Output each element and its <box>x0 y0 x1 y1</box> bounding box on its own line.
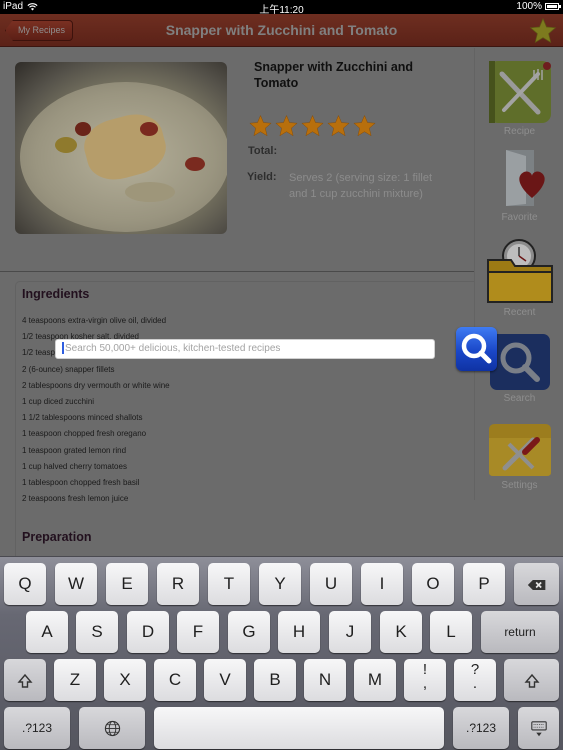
shift-icon <box>17 673 33 688</box>
sidebar-item-favorite[interactable]: Favorite <box>475 146 563 223</box>
nav-title: Snapper with Zucchini and Tomato <box>165 22 398 38</box>
key-bottom-char: , <box>422 675 428 692</box>
sidebar-label-recent: Recent <box>503 307 536 318</box>
key-e[interactable]: E <box>106 563 148 605</box>
divider <box>0 271 474 272</box>
ingredient-item: 1 cup halved cherry tomatoes <box>22 461 127 471</box>
shift-icon <box>523 673 540 688</box>
sidebar-item-recent[interactable]: Recent <box>475 238 563 318</box>
ingredients-panel: Ingredients 4 teaspoons extra-virgin oli… <box>15 281 474 571</box>
key-p[interactable]: P <box>463 563 505 605</box>
fork-knife-icon <box>488 60 552 124</box>
sidebar-label-search: Search <box>503 393 536 404</box>
search-button[interactable] <box>456 327 497 371</box>
ingredient-item: 4 teaspoons extra-virgin olive oil, divi… <box>22 316 167 325</box>
key-g[interactable]: G <box>228 611 270 653</box>
key-x[interactable]: X <box>104 659 146 701</box>
key-h[interactable]: H <box>278 611 320 653</box>
ingredient-item: 2 teaspoons fresh lemon juice <box>22 494 129 504</box>
screen: iPad 上午11:20 100% My Recipes Snapper wit… <box>0 0 563 750</box>
rating-star-icon <box>275 114 298 137</box>
key-l[interactable]: L <box>430 611 472 653</box>
key-k[interactable]: K <box>380 611 422 653</box>
hide-keyboard-key[interactable] <box>518 707 559 749</box>
key-r[interactable]: R <box>157 563 199 605</box>
shift-key-right[interactable] <box>504 659 559 701</box>
favorite-star-icon[interactable] <box>529 17 557 45</box>
key-m[interactable]: M <box>354 659 396 701</box>
hide-keyboard-icon <box>530 720 547 736</box>
ingredient-item: 1 tablespoon chopped fresh basil <box>22 477 140 487</box>
globe-key[interactable] <box>79 707 145 749</box>
key-z[interactable]: Z <box>54 659 96 701</box>
rating-star-icon <box>249 114 272 137</box>
ingredient-item: 1 teaspoon grated lemon rind <box>22 445 127 455</box>
key-s[interactable]: S <box>76 611 118 653</box>
key-u[interactable]: U <box>310 563 352 605</box>
return-key[interactable]: return <box>481 611 559 653</box>
search-placeholder: Search 50,000+ delicious, kitchen-tested… <box>65 343 281 354</box>
key-c[interactable]: C <box>154 659 196 701</box>
key-i[interactable]: I <box>361 563 403 605</box>
space-key[interactable] <box>154 707 444 749</box>
search-icon <box>461 333 492 364</box>
ingredient-item: 1 teaspoon chopped fresh oregano <box>22 429 147 439</box>
ingredient-item: 2 (6-ounce) snapper fillets <box>22 364 115 374</box>
key-o[interactable]: O <box>412 563 454 605</box>
sidebar-label-settings: Settings <box>501 480 538 491</box>
key-v[interactable]: V <box>204 659 246 701</box>
sidebar-item-settings[interactable]: Settings <box>475 422 563 491</box>
battery-percent: 100% <box>516 1 542 12</box>
on-screen-keyboard: Q W E R T Y U I O P A S D F G H J K L re… <box>0 556 563 750</box>
numbers-key-left[interactable]: .?123 <box>4 707 70 749</box>
key-n[interactable]: N <box>304 659 346 701</box>
text-caret <box>62 342 64 355</box>
sidebar-label-recipe: Recipe <box>503 126 536 137</box>
key-d[interactable]: D <box>127 611 169 653</box>
ingredient-item: 2 tablespoons dry vermouth or white wine <box>22 380 170 390</box>
ingredient-item: 1 1/2 tablespoons minced shallots <box>22 413 143 423</box>
key-question-period[interactable]: ? . <box>454 659 496 701</box>
tools-folder-icon <box>487 422 553 478</box>
heart-folder-icon <box>488 146 552 210</box>
nav-bar: My Recipes Snapper with Zucchini and Tom… <box>0 14 563 47</box>
preparation-heading: Preparation <box>22 530 92 544</box>
rating-stars <box>248 114 377 138</box>
globe-icon <box>104 720 120 737</box>
backspace-icon <box>527 579 545 590</box>
numbers-key-right[interactable]: .?123 <box>453 707 509 749</box>
search-input[interactable]: Search 50,000+ delicious, kitchen-tested… <box>55 339 435 359</box>
sidebar-label-favorite: Favorite <box>501 212 538 223</box>
key-f[interactable]: F <box>177 611 219 653</box>
rating-star-icon <box>353 114 376 137</box>
yield-value: Serves 2 (serving size: 1 fillet and 1 c… <box>289 172 433 200</box>
sidebar-item-recipe[interactable]: Recipe <box>475 60 563 137</box>
battery-icon <box>545 3 561 10</box>
recipe-content: Snapper with Zucchini and Tomato Total: … <box>0 48 474 571</box>
key-j[interactable]: J <box>329 611 371 653</box>
ingredient-item: 1 cup diced zucchini <box>22 396 95 406</box>
key-t[interactable]: T <box>208 563 250 605</box>
recipe-photo <box>15 62 227 234</box>
status-bar: iPad 上午11:20 100% <box>0 0 563 16</box>
key-y[interactable]: Y <box>259 563 301 605</box>
key-a[interactable]: A <box>26 611 68 653</box>
backspace-key[interactable] <box>514 563 559 605</box>
ingredients-heading: Ingredients <box>22 287 90 301</box>
recipe-title: Snapper with Zucchini and Tomato <box>254 60 414 90</box>
key-w[interactable]: W <box>55 563 97 605</box>
sidebar: Recipe Favorite Recent Search Settings <box>474 48 563 500</box>
rating-star-icon <box>301 114 324 137</box>
shift-key-left[interactable] <box>4 659 46 701</box>
total-label: Total: <box>248 145 278 157</box>
key-q[interactable]: Q <box>4 563 46 605</box>
clock-folder-icon <box>485 238 555 306</box>
key-bottom-char: . <box>472 675 478 692</box>
key-b[interactable]: B <box>254 659 296 701</box>
magnifier-icon <box>489 333 551 391</box>
yield-label: Yield: <box>247 171 277 183</box>
rating-star-icon <box>327 114 350 137</box>
key-exclamation-comma[interactable]: ! , <box>404 659 446 701</box>
